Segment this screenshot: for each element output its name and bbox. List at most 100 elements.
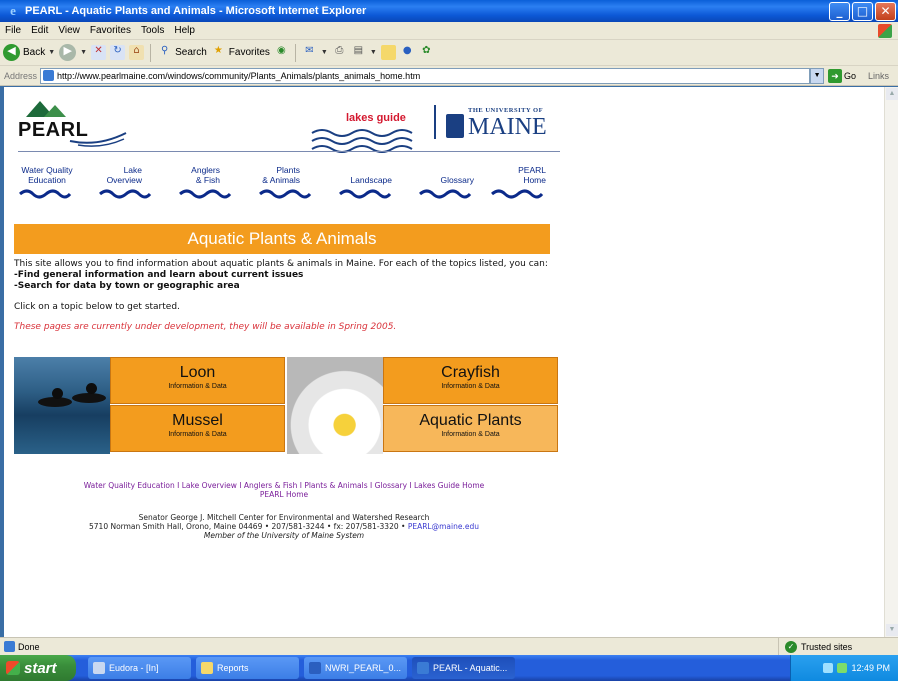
scroll-up-icon[interactable]: ▲: [886, 88, 898, 100]
windows-flag-icon: [878, 24, 892, 38]
nav-lake-overview[interactable]: Lake Overview: [98, 165, 170, 205]
favorites-label: Favorites: [228, 47, 270, 58]
nav-water-quality[interactable]: Water Quality Education: [18, 165, 90, 205]
vertical-scrollbar[interactable]: ▲ ▼: [884, 87, 898, 637]
chevron-down-icon[interactable]: ▼: [370, 49, 377, 56]
search-label: Search: [175, 47, 207, 58]
intro-bullet: -Find general information and learn abou…: [14, 270, 304, 280]
go-button[interactable]: ➜ Go: [828, 68, 857, 83]
nav-label: Lake Overview: [106, 165, 142, 185]
research-icon[interactable]: ✿: [419, 45, 434, 60]
pearl-logo[interactable]: PEARL: [18, 101, 138, 151]
intro-section: This site allows you to find information…: [14, 259, 554, 333]
security-zone[interactable]: ✓ Trusted sites: [778, 638, 898, 656]
footer-address-line: 5710 Norman Smith Hall, Orono, Maine 044…: [14, 522, 554, 531]
toolbar-separator: [294, 43, 296, 62]
print-icon[interactable]: ⎙: [332, 45, 347, 60]
nav-label: Glossary: [440, 175, 474, 185]
nav-plants-animals[interactable]: Plants & Animals: [258, 165, 330, 205]
university-of-maine-logo[interactable]: THE UNIVERSITY OF MAINE: [446, 107, 561, 141]
menu-favorites[interactable]: Favorites: [85, 25, 136, 36]
nav-landscape[interactable]: Landscape: [338, 165, 410, 205]
star-icon: ★: [213, 45, 223, 56]
address-dropdown-button[interactable]: ▼: [810, 67, 825, 84]
address-bar: Address http://www.pearlmaine.com/window…: [0, 66, 898, 86]
minimize-button[interactable]: _: [829, 2, 850, 21]
footer-pearl-home-link[interactable]: PEARL Home: [14, 490, 554, 499]
ie-icon: e: [10, 3, 16, 18]
folder-icon[interactable]: [380, 45, 396, 60]
taskbar-pearl-aquatic[interactable]: PEARL - Aquatic...: [412, 657, 515, 679]
page-content: PEARL lakes guide THE UNIVERSITY OF MAIN…: [4, 87, 884, 637]
mail-icon[interactable]: ✉: [302, 45, 317, 60]
close-button[interactable]: ✕: [875, 2, 896, 21]
wave-icon: [491, 189, 544, 199]
menu-edit[interactable]: Edit: [26, 25, 53, 36]
network-icon[interactable]: [823, 663, 834, 673]
click-instruction: Click on a topic below to get started.: [14, 302, 180, 312]
taskbar-eudora[interactable]: Eudora - [In]: [88, 657, 191, 679]
back-label: Back: [23, 47, 46, 58]
tile-title: Crayfish: [441, 364, 500, 381]
tile-subtitle: Information & Data: [168, 431, 227, 438]
footer-links-line[interactable]: Water Quality Education I Lake Overview …: [14, 481, 554, 490]
footer-email-link[interactable]: PEARL@maine.edu: [408, 522, 479, 531]
stop-icon[interactable]: ✕: [91, 45, 107, 60]
mussel-tile[interactable]: Mussel Information & Data: [110, 405, 285, 452]
refresh-icon[interactable]: ↻: [110, 45, 126, 60]
nav-glossary[interactable]: Glossary: [418, 165, 490, 205]
chevron-down-icon[interactable]: ▼: [321, 49, 328, 56]
go-label: Go: [844, 70, 857, 81]
maximize-button[interactable]: □: [852, 2, 873, 21]
footer-address-text: 5710 Norman Smith Hall, Orono, Maine 044…: [89, 522, 406, 531]
links-button[interactable]: Links: [868, 71, 889, 81]
logo-divider: [434, 105, 436, 139]
home-icon[interactable]: ⌂: [129, 45, 145, 60]
clock[interactable]: 12:49 PM: [851, 663, 890, 673]
signal-icon[interactable]: [837, 663, 848, 673]
favorites-button[interactable]: ★ Favorites: [211, 45, 270, 60]
messenger-icon[interactable]: ●: [400, 45, 415, 60]
scroll-down-icon[interactable]: ▼: [886, 624, 898, 636]
address-input[interactable]: http://www.pearlmaine.com/windows/commun…: [40, 67, 811, 84]
wave-icon: [259, 189, 312, 199]
media-icon[interactable]: ◉: [274, 45, 289, 60]
tile-title: Loon: [179, 364, 216, 381]
forward-button[interactable]: ▶: [59, 44, 77, 61]
start-button[interactable]: start: [0, 655, 76, 681]
search-button[interactable]: ⚲ Search: [157, 45, 207, 60]
tile-subtitle: Information & Data: [168, 383, 227, 390]
menu-view[interactable]: View: [53, 25, 85, 36]
intro-bullet: -Search for data by town or geographic a…: [14, 281, 240, 291]
window-title: PEARL - Aquatic Plants and Animals - Mic…: [25, 5, 367, 17]
menu-file[interactable]: File: [0, 25, 26, 36]
nav-label: Water Quality Education: [21, 165, 73, 185]
loon-shape: [52, 388, 63, 399]
lakes-guide-logo[interactable]: lakes guide: [300, 97, 440, 157]
footer-address: Senator George J. Mitchell Center for En…: [14, 513, 554, 540]
taskbar-nwri-pearl[interactable]: NWRI_PEARL_0...: [304, 657, 407, 679]
nav-anglers-fish[interactable]: Anglers & Fish: [178, 165, 250, 205]
status-bar: Done ✓ Trusted sites: [0, 637, 898, 656]
edit-icon[interactable]: ▤: [351, 45, 366, 60]
wave-icon: [99, 189, 152, 199]
task-label: Reports: [217, 663, 249, 673]
menu-tools[interactable]: Tools: [136, 25, 169, 36]
wave-icon: [419, 189, 472, 199]
back-button[interactable]: ◀ Back ▼: [3, 44, 55, 61]
water-lily-photo[interactable]: [287, 357, 383, 454]
chevron-down-icon[interactable]: ▼: [80, 49, 87, 56]
ie-icon: [417, 662, 429, 674]
tile-subtitle: Information & Data: [441, 431, 500, 438]
footer-links[interactable]: Water Quality Education I Lake Overview …: [14, 481, 554, 499]
chevron-down-icon[interactable]: ▼: [48, 49, 55, 56]
loon-photo[interactable]: [14, 357, 110, 454]
status-text: Done: [18, 641, 40, 652]
nav-pearl-home[interactable]: PEARL Home: [490, 165, 562, 205]
nav-label: Landscape: [350, 175, 392, 185]
loon-tile[interactable]: Loon Information & Data: [110, 357, 285, 404]
crayfish-tile[interactable]: Crayfish Information & Data: [383, 357, 558, 404]
aquatic-plants-tile[interactable]: Aquatic Plants Information & Data: [383, 405, 558, 452]
menu-help[interactable]: Help: [169, 25, 200, 36]
taskbar-reports[interactable]: Reports: [196, 657, 299, 679]
